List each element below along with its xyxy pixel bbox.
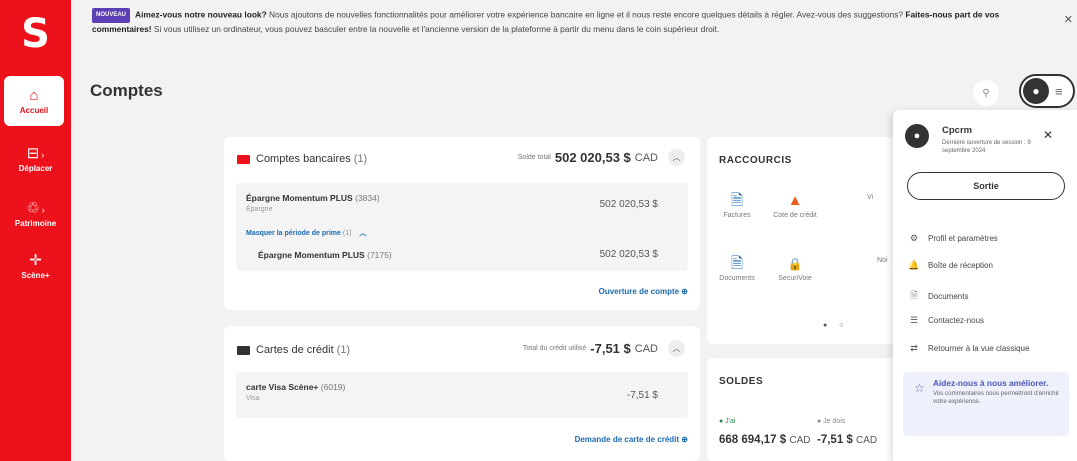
credit-cards-title: Cartes de crédit [256, 344, 334, 356]
card-balance: -7,51 $ [626, 390, 658, 401]
owe-value: -7,51 $ CAD [817, 434, 878, 446]
have-label: ● J'ai [719, 418, 736, 425]
bank-accounts-count: (1) [353, 153, 368, 165]
open-account-link[interactable]: Ouverture de compte ⊕ [599, 287, 688, 296]
banner-text-2: Si vous utilisez un ordinateur, vous pou… [151, 24, 720, 34]
last-session: Dernière ouverture de session : 9 septem… [942, 140, 1031, 154]
bell-icon: 🔔 [908, 260, 920, 270]
total-label: Total du crédit utilisé [522, 345, 587, 352]
sidebar-item-label: Déplacer [18, 163, 53, 173]
credit-cards-card: Cartes de crédit (1) Total du crédit uti… [224, 326, 700, 461]
currency: CAD [634, 151, 658, 164]
currency: CAD [634, 342, 658, 355]
help-description: Vos commentaires nous permettront d'enri… [933, 390, 1060, 405]
help-improve-box[interactable]: ☆ Aidez-nous à nous améliorer. Vos comme… [903, 372, 1069, 436]
profile-dropdown: ● Cpcrm Dernière ouverture de session : … [893, 110, 1077, 461]
shortcut-credit-score[interactable]: ▲ Cote de crédit [769, 192, 821, 219]
document-icon: 🗎 [910, 290, 918, 300]
bank-total: Solde total 502 020,53 $ CAD ︿ [518, 149, 685, 166]
hide-bonus-period-link[interactable]: Masquer la période de prime (1) ︿ [246, 228, 366, 238]
have-value: 668 694,17 $ CAD [719, 434, 811, 446]
search-button[interactable]: ⚲ [973, 80, 999, 106]
avatar-icon: ● [905, 124, 929, 148]
lock-icon: 🔒 [787, 257, 803, 271]
balances-title: SOLDES [719, 376, 764, 387]
sidebar-item-label: Accueil [19, 105, 49, 115]
account-type: Épargne [246, 206, 273, 213]
banner-text: Nous ajoutons de nouvelles fonctionnalit… [266, 9, 906, 20]
shortcut-bills[interactable]: 🗎 Factures [711, 192, 763, 219]
shortcut-securivoie[interactable]: 🔒 SecuriVoie [769, 255, 821, 282]
sidebar-item-scene-plus[interactable]: ✛ Scène+ [0, 244, 71, 288]
swap-icon: ⇄ [910, 343, 918, 353]
chevron-right-icon: › [41, 149, 45, 160]
chevron-up-icon[interactable]: ︿ [668, 340, 685, 357]
sub-account-name[interactable]: Épargne Momentum PLUS (7175) [258, 250, 392, 260]
help-title: Aidez-nous à nous améliorer. [933, 378, 1049, 388]
star-icon: ☆ [914, 381, 925, 395]
sidebar-item-accueil[interactable]: ⌂ Accueil [4, 76, 64, 126]
total-value: -7,51 $ [590, 341, 631, 356]
credit-score-icon: ▲ [787, 192, 803, 209]
canada-flag-icon [237, 154, 250, 164]
profile-menu-button[interactable]: ● ≡ [1019, 74, 1075, 108]
card-name[interactable]: carte Visa Scène+ (6019) [246, 382, 345, 392]
new-badge: NOUVEAU [92, 8, 131, 23]
credit-cards-count: (1) [336, 344, 351, 356]
home-icon: ⌂ [29, 86, 39, 104]
total-value: 502 020,53 $ [554, 150, 631, 165]
account-name[interactable]: Épargne Momentum PLUS (3834) [246, 193, 380, 203]
apply-credit-card-link[interactable]: Demande de carte de crédit ⊕ [575, 435, 688, 444]
search-icon: ⚲ [982, 87, 990, 99]
menu-item-classic-view[interactable]: ⇄ Retourner à la vue classique [908, 343, 1029, 354]
menu-item-inbox[interactable]: 🔔 Boîte de réception [908, 260, 993, 271]
page-title: Comptes [90, 81, 163, 100]
balances-card: SOLDES ● J'ai ● Je dois 668 694,17 $ CAD… [707, 358, 907, 461]
menu-item-profile[interactable]: ⚙ Profil et paramètres [908, 233, 998, 244]
shortcut-documents[interactable]: 🗎 Documents [711, 255, 763, 282]
logout-button[interactable]: Sortie [907, 172, 1065, 200]
account-group: Épargne Momentum PLUS (3834) Épargne 502… [236, 183, 688, 271]
banner-headline: Aimez-vous notre nouveau look? [135, 9, 267, 20]
shortcuts-title: RACCOURCIS [719, 155, 792, 166]
credit-cards-header: Cartes de crédit (1) [237, 344, 350, 356]
hamburger-icon: ≡ [1055, 83, 1063, 99]
sidebar-item-label: Patrimoine [14, 218, 57, 228]
credit-total: Total du crédit utilisé -7,51 $ CAD ︿ [523, 340, 685, 357]
sub-account-balance: 502 020,53 $ [599, 249, 658, 260]
bank-accounts-header: Comptes bancaires (1) [237, 153, 367, 165]
account-balance: 502 020,53 $ [599, 199, 658, 210]
sidebar: S ⌂ Accueil ⊟ › Déplacer ♲ › Patrimoine ✛ … [0, 0, 71, 461]
scene-plus-icon: ✛ [29, 251, 42, 269]
documents-icon: 🗎 [730, 255, 744, 272]
wealth-icon: ♲ [26, 199, 40, 217]
close-icon[interactable]: ✕ [1043, 128, 1053, 142]
avatar-icon: ● [1023, 78, 1049, 104]
menu-item-contact[interactable]: ☰ Contactez-nous [908, 315, 984, 326]
chat-icon: ☰ [909, 315, 919, 325]
sidebar-item-patrimoine[interactable]: ♲ › Patrimoine [0, 192, 71, 236]
gear-icon: ⚙ [909, 233, 919, 243]
owe-label: ● Je dois [817, 418, 846, 425]
carousel-dots[interactable]: ● ○ [823, 322, 848, 329]
sidebar-item-label: Scène+ [21, 270, 50, 280]
shortcuts-card: RACCOURCIS 🗎 Factures ▲ Cote de crédit V… [707, 137, 907, 344]
scotiabank-logo[interactable]: S [0, 0, 71, 68]
sidebar-item-deplacer[interactable]: ⊟ › Déplacer [0, 137, 71, 181]
new-look-banner: NOUVEAU Aimez-vous notre nouveau look? No… [84, 8, 1077, 50]
bills-icon: 🗎 [730, 192, 744, 209]
menu-item-documents[interactable]: 🗎 Documents [908, 288, 968, 304]
user-name: Cpcrm [942, 125, 973, 136]
card-type: Visa [246, 395, 260, 402]
bank-accounts-card: Comptes bancaires (1) Solde total 502 02… [224, 137, 700, 310]
transfer-icon: ⊟ [26, 144, 40, 162]
total-label: Solde total [517, 154, 551, 161]
card-icon [237, 345, 250, 355]
bank-accounts-title: Comptes bancaires [256, 153, 351, 165]
card-row: carte Visa Scène+ (6019) Visa -7,51 $ [236, 372, 688, 418]
chevron-up-icon: ︿ [359, 230, 367, 237]
chevron-right-icon: › [41, 204, 45, 215]
close-icon[interactable]: ✕ [1064, 14, 1073, 27]
chevron-up-icon[interactable]: ︿ [668, 149, 685, 166]
